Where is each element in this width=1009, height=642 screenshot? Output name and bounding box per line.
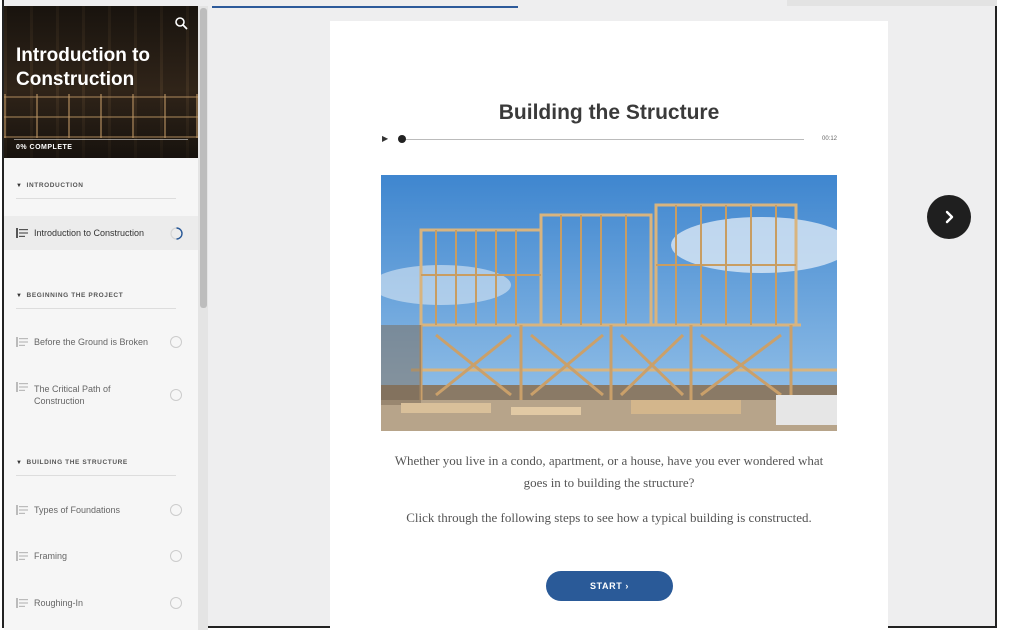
course-title: Introduction to Construction (16, 45, 151, 90)
collapse-triangle-icon: ▼ (16, 293, 23, 299)
sidebar-item-framing[interactable]: Framing (4, 544, 198, 568)
sidebar-item-introduction-to-construction[interactable]: Introduction to Construction (4, 216, 198, 250)
collapse-triangle-icon: ▼ (16, 183, 23, 189)
start-button[interactable]: START › (546, 571, 673, 601)
lesson-lines-icon (16, 551, 28, 561)
status-circle-icon (170, 389, 182, 401)
audio-seek-handle[interactable] (398, 135, 406, 143)
play-icon[interactable]: ▶ (382, 133, 388, 145)
construction-framing-photo (381, 175, 837, 431)
sidebar-item-label: Introduction to Construction (34, 228, 145, 238)
section-divider (16, 308, 176, 309)
course-sidebar: Introduction to Construction 0% COMPLETE… (4, 6, 198, 630)
in-progress-circle-icon (170, 226, 183, 240)
status-circle-icon (170, 336, 182, 348)
audio-time: 00:12 (821, 136, 837, 142)
top-bar (787, 0, 997, 6)
section-heading-beginning-the-project[interactable]: ▼ BEGINNING THE PROJECT (16, 292, 123, 299)
lesson-card: Building the Structure ▶ 00:12 Whether y… (330, 21, 888, 631)
lesson-lines-icon (16, 505, 28, 515)
lesson-intro-text: Whether you live in a condo, apartment, … (394, 453, 824, 490)
section-heading-building-the-structure[interactable]: ▼ BUILDING THE STRUCTURE (16, 459, 128, 466)
sidebar-item-label: Before the Ground is Broken (34, 337, 149, 347)
course-progress-label: 0% COMPLETE (16, 144, 73, 151)
sidebar-item-before-the-ground-is-broken[interactable]: Before the Ground is Broken (4, 330, 198, 354)
lesson-title: Building the Structure (498, 101, 720, 124)
section-divider (16, 475, 176, 476)
sidebar-item-label: Framing (34, 551, 68, 561)
collapse-triangle-icon: ▼ (16, 460, 23, 466)
lesson-progress-bar (212, 6, 518, 8)
status-circle-icon (170, 504, 182, 516)
audio-player: ▶ 00:12 (382, 133, 837, 145)
audio-seek-track[interactable] (404, 138, 804, 140)
lesson-lines-icon (16, 598, 28, 608)
status-circle-icon (170, 597, 182, 609)
lesson-lines-icon (16, 228, 28, 238)
section-divider (16, 198, 176, 199)
course-progress-bar (14, 139, 188, 140)
lesson-lines-icon (16, 337, 28, 347)
course-hero: Introduction to Construction 0% COMPLETE (4, 6, 198, 158)
lesson-instruction-text: Click through the following steps to see… (406, 510, 812, 525)
sidebar-item-critical-path[interactable]: The Critical Path of Construction (4, 380, 198, 410)
chevron-right-icon (945, 210, 954, 224)
status-circle-icon (170, 550, 182, 562)
section-heading-introduction[interactable]: ▼ INTRODUCTION (16, 182, 84, 189)
sidebar-item-label: Types of Foundations (34, 505, 121, 515)
next-lesson-button[interactable] (927, 195, 971, 239)
sidebar-item-types-of-foundations[interactable]: Types of Foundations (4, 498, 198, 522)
hero-framing-pattern (4, 94, 198, 138)
search-icon[interactable] (174, 16, 188, 30)
sidebar-item-label: Roughing-In (34, 598, 84, 608)
lesson-lines-icon (16, 382, 28, 392)
sidebar-item-roughing-in[interactable]: Roughing-In (4, 591, 198, 615)
sidebar-scrollbar-thumb[interactable] (200, 8, 207, 308)
sidebar-item-label: The Critical Path of Construction (34, 384, 111, 406)
